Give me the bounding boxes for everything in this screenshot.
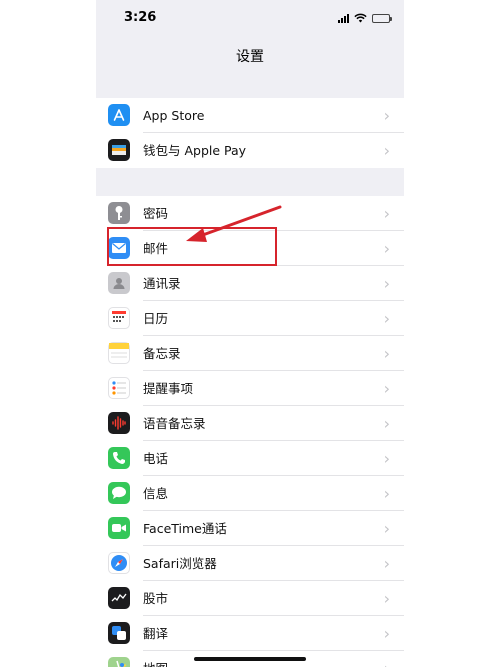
- contacts-icon: [108, 272, 130, 294]
- chevron-right-icon: ›: [383, 554, 390, 573]
- cellular-signal-icon: [338, 13, 349, 23]
- settings-row-calendar[interactable]: 日历 ›: [96, 301, 404, 336]
- settings-row-label: 密码: [143, 206, 169, 221]
- settings-row-label: Safari浏览器: [143, 556, 217, 571]
- chevron-right-icon: ›: [383, 589, 390, 608]
- settings-row-stocks[interactable]: 股市 ›: [96, 581, 404, 616]
- settings-group-apps: 密码 › 邮件 › 通讯录 › 日历 › 备忘录 › 提醒事项 › 语音备忘录 …: [96, 196, 404, 667]
- chevron-right-icon: ›: [383, 141, 390, 160]
- calendar-icon: [108, 307, 130, 329]
- status-icons: [338, 12, 392, 24]
- settings-row-contacts[interactable]: 通讯录 ›: [96, 266, 404, 301]
- settings-row-facetime[interactable]: FaceTime通话 ›: [96, 511, 404, 546]
- settings-row-label: 备忘录: [143, 346, 181, 361]
- settings-row-wallet[interactable]: 钱包与 Apple Pay ›: [96, 133, 404, 168]
- voice-memos-icon: [108, 412, 130, 434]
- chevron-right-icon: ›: [383, 309, 390, 328]
- chevron-right-icon: ›: [383, 449, 390, 468]
- stocks-icon: [108, 587, 130, 609]
- settings-row-label: 提醒事项: [143, 381, 194, 396]
- wifi-icon: [354, 13, 367, 23]
- phone-icon: [108, 447, 130, 469]
- settings-row-messages[interactable]: 信息 ›: [96, 476, 404, 511]
- reminders-icon: [108, 377, 130, 399]
- settings-row-label: 钱包与 Apple Pay: [143, 143, 247, 158]
- status-bar: 3:26: [96, 0, 404, 38]
- chevron-right-icon: ›: [383, 344, 390, 363]
- settings-screen: 3:26 设置 App Store › 钱包与 Apple Pay › 密码 ›…: [96, 0, 404, 667]
- settings-row-passwords[interactable]: 密码 ›: [96, 196, 404, 231]
- chevron-right-icon: ›: [383, 414, 390, 433]
- settings-row-label: 电话: [143, 451, 169, 466]
- notes-icon: [108, 342, 130, 364]
- home-indicator: [194, 657, 306, 661]
- settings-row-phone[interactable]: 电话 ›: [96, 441, 404, 476]
- safari-icon: [108, 552, 130, 574]
- chevron-right-icon: ›: [383, 106, 390, 125]
- settings-row-label: 语音备忘录: [143, 416, 206, 431]
- settings-row-label: App Store: [143, 108, 205, 123]
- mail-highlight-annotation: [107, 227, 277, 266]
- page-title: 设置: [236, 49, 264, 65]
- status-time: 3:26: [124, 10, 157, 25]
- messages-icon: [108, 482, 130, 504]
- maps-icon: [108, 657, 130, 667]
- chevron-right-icon: ›: [383, 239, 390, 258]
- settings-row-label: 翻译: [143, 626, 169, 641]
- settings-row-label: 地图: [143, 651, 168, 667]
- settings-row-label: 通讯录: [143, 276, 181, 291]
- settings-group-store: App Store › 钱包与 Apple Pay ›: [96, 98, 404, 168]
- facetime-icon: [108, 517, 130, 539]
- settings-row-notes[interactable]: 备忘录 ›: [96, 336, 404, 371]
- chevron-right-icon: ›: [383, 204, 390, 223]
- chevron-right-icon: ›: [383, 519, 390, 538]
- settings-row-safari[interactable]: Safari浏览器 ›: [96, 546, 404, 581]
- settings-row-translate[interactable]: 翻译 ›: [96, 616, 404, 651]
- chevron-right-icon: ›: [383, 624, 390, 643]
- chevron-right-icon: ›: [383, 379, 390, 398]
- key-icon: [108, 202, 130, 224]
- settings-row-reminders[interactable]: 提醒事项 ›: [96, 371, 404, 406]
- settings-row-label: 信息: [143, 486, 169, 501]
- wallet-icon: [108, 139, 130, 161]
- app-store-icon: [108, 104, 130, 126]
- chevron-right-icon: ›: [383, 484, 390, 503]
- settings-row-label: 日历: [143, 311, 169, 326]
- settings-row-label: FaceTime通话: [143, 521, 227, 536]
- translate-icon: [108, 622, 130, 644]
- settings-row-label: 股市: [143, 591, 169, 606]
- chevron-right-icon: ›: [383, 274, 390, 293]
- battery-icon: [372, 13, 392, 23]
- settings-row-app-store[interactable]: App Store ›: [96, 98, 404, 133]
- chevron-right-icon: ›: [384, 651, 390, 667]
- settings-row-voice-memos[interactable]: 语音备忘录 ›: [96, 406, 404, 441]
